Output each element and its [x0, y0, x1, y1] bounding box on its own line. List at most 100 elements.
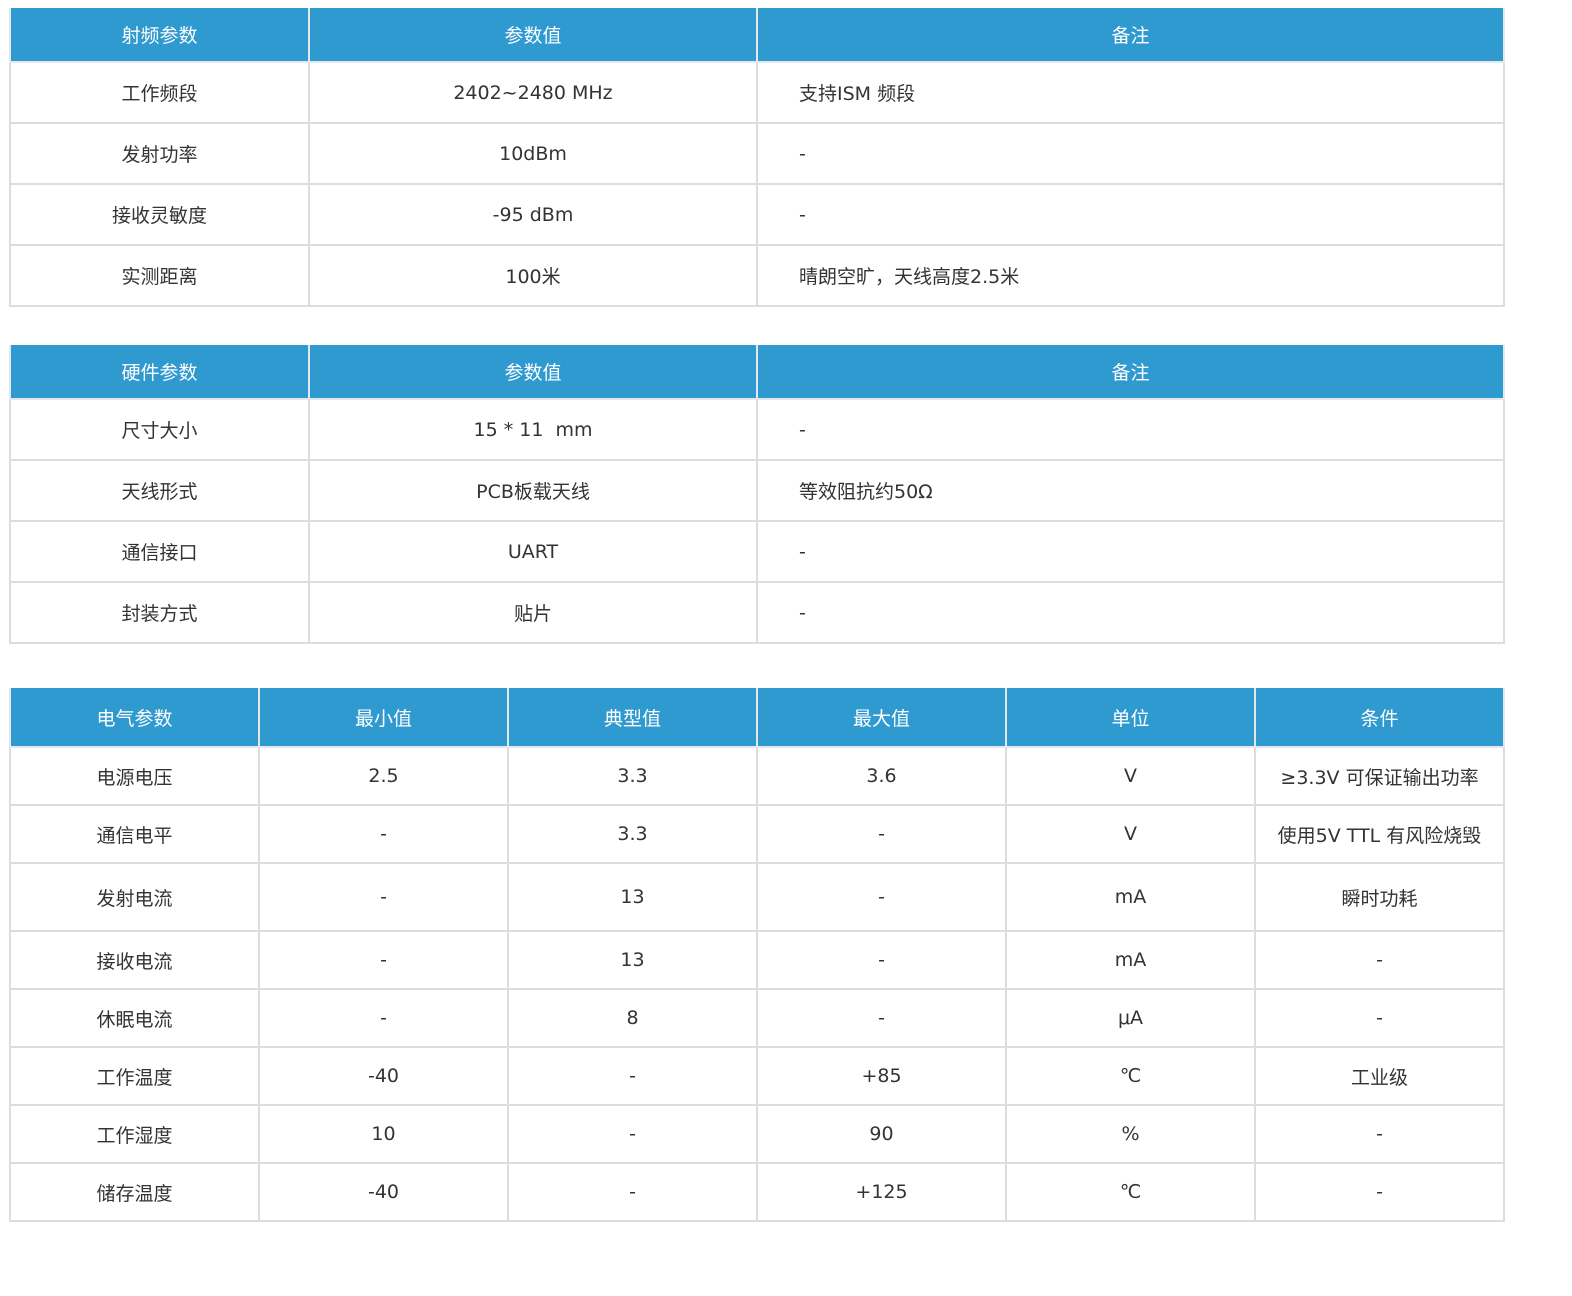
rf-parameters-table: 射频参数 参数值 备注 工作频段 2402~2480 MHz 支持ISM 频段 …	[9, 8, 1505, 307]
cell-parameter: 储存温度	[9, 1162, 260, 1222]
cell-max: -	[756, 862, 1007, 932]
cell-parameter: 通信电平	[9, 804, 260, 864]
header-max: 最大值	[756, 688, 1007, 748]
table-row: 实测距离 100米 晴朗空旷，天线高度2.5米	[9, 244, 1505, 307]
cell-parameter: 实测距离	[9, 244, 310, 307]
table-row: 储存温度 -40 - +125 ℃ -	[9, 1162, 1505, 1222]
header-remark: 备注	[756, 8, 1505, 63]
cell-max: 3.6	[756, 746, 1007, 806]
cell-parameter: 电源电压	[9, 746, 260, 806]
table-row: 天线形式 PCB板载天线 等效阻抗约50Ω	[9, 459, 1505, 522]
cell-remark: -	[756, 122, 1505, 185]
header-min: 最小值	[258, 688, 509, 748]
cell-unit: μA	[1005, 988, 1256, 1048]
cell-parameter: 尺寸大小	[9, 398, 310, 461]
cell-condition: 使用5V TTL 有风险烧毁	[1254, 804, 1505, 864]
cell-remark: 支持ISM 频段	[756, 61, 1505, 124]
cell-value: 10dBm	[308, 122, 758, 185]
cell-parameter: 工作湿度	[9, 1104, 260, 1164]
header-hardware-parameter: 硬件参数	[9, 345, 310, 400]
cell-max: +85	[756, 1046, 1007, 1106]
cell-parameter: 接收电流	[9, 930, 260, 990]
table-row: 工作温度 -40 - +85 ℃ 工业级	[9, 1046, 1505, 1106]
cell-remark: 晴朗空旷，天线高度2.5米	[756, 244, 1505, 307]
table-row: 通信电平 - 3.3 - V 使用5V TTL 有风险烧毁	[9, 804, 1505, 864]
cell-parameter: 工作温度	[9, 1046, 260, 1106]
table-header-row: 射频参数 参数值 备注	[9, 8, 1505, 63]
cell-parameter: 发射功率	[9, 122, 310, 185]
cell-condition: -	[1254, 930, 1505, 990]
cell-condition: -	[1254, 1162, 1505, 1222]
cell-condition: -	[1254, 988, 1505, 1048]
cell-parameter: 天线形式	[9, 459, 310, 522]
cell-unit: %	[1005, 1104, 1256, 1164]
cell-typical: -	[507, 1104, 758, 1164]
table-row: 工作湿度 10 - 90 % -	[9, 1104, 1505, 1164]
cell-min: 2.5	[258, 746, 509, 806]
cell-max: +125	[756, 1162, 1007, 1222]
table-row: 电源电压 2.5 3.3 3.6 V ≥3.3V 可保证输出功率	[9, 746, 1505, 806]
cell-min: 10	[258, 1104, 509, 1164]
cell-min: -	[258, 988, 509, 1048]
cell-unit: mA	[1005, 930, 1256, 990]
cell-unit: mA	[1005, 862, 1256, 932]
cell-typical: 13	[507, 862, 758, 932]
cell-parameter: 接收灵敏度	[9, 183, 310, 246]
table-header-row: 硬件参数 参数值 备注	[9, 345, 1505, 400]
cell-typical: 8	[507, 988, 758, 1048]
cell-unit: V	[1005, 746, 1256, 806]
header-condition: 条件	[1254, 688, 1505, 748]
table-row: 发射电流 - 13 - mA 瞬时功耗	[9, 862, 1505, 932]
cell-value: 15 * 11 mm	[308, 398, 758, 461]
table-header-row: 电气参数 最小值 典型值 最大值 单位 条件	[9, 688, 1505, 748]
table-row: 通信接口 UART -	[9, 520, 1505, 583]
hardware-parameters-table: 硬件参数 参数值 备注 尺寸大小 15 * 11 mm - 天线形式 PCB板载…	[9, 345, 1505, 644]
cell-min: -	[258, 862, 509, 932]
cell-value: 贴片	[308, 581, 758, 644]
cell-remark: -	[756, 520, 1505, 583]
cell-unit: V	[1005, 804, 1256, 864]
cell-condition: 工业级	[1254, 1046, 1505, 1106]
cell-value: -95 dBm	[308, 183, 758, 246]
cell-min: -40	[258, 1162, 509, 1222]
table-row: 接收电流 - 13 - mA -	[9, 930, 1505, 990]
cell-remark: 等效阻抗约50Ω	[756, 459, 1505, 522]
cell-value: UART	[308, 520, 758, 583]
cell-value: 100米	[308, 244, 758, 307]
header-value: 参数值	[308, 8, 758, 63]
cell-condition: ≥3.3V 可保证输出功率	[1254, 746, 1505, 806]
cell-min: -40	[258, 1046, 509, 1106]
cell-value: PCB板载天线	[308, 459, 758, 522]
table-row: 休眠电流 - 8 - μA -	[9, 988, 1505, 1048]
table-row: 发射功率 10dBm -	[9, 122, 1505, 185]
cell-typical: 3.3	[507, 746, 758, 806]
cell-parameter: 工作频段	[9, 61, 310, 124]
cell-max: -	[756, 988, 1007, 1048]
cell-remark: -	[756, 183, 1505, 246]
header-typical: 典型值	[507, 688, 758, 748]
cell-min: -	[258, 930, 509, 990]
cell-typical: -	[507, 1162, 758, 1222]
cell-unit: ℃	[1005, 1162, 1256, 1222]
cell-value: 2402~2480 MHz	[308, 61, 758, 124]
header-rf-parameter: 射频参数	[9, 8, 310, 63]
table-row: 接收灵敏度 -95 dBm -	[9, 183, 1505, 246]
cell-typical: 3.3	[507, 804, 758, 864]
electrical-parameters-table: 电气参数 最小值 典型值 最大值 单位 条件 电源电压 2.5 3.3 3.6 …	[9, 688, 1505, 1222]
cell-max: -	[756, 804, 1007, 864]
cell-min: -	[258, 804, 509, 864]
cell-condition: 瞬时功耗	[1254, 862, 1505, 932]
table-row: 工作频段 2402~2480 MHz 支持ISM 频段	[9, 61, 1505, 124]
cell-condition: -	[1254, 1104, 1505, 1164]
cell-parameter: 通信接口	[9, 520, 310, 583]
header-value: 参数值	[308, 345, 758, 400]
cell-max: -	[756, 930, 1007, 990]
cell-remark: -	[756, 398, 1505, 461]
header-remark: 备注	[756, 345, 1505, 400]
cell-parameter: 发射电流	[9, 862, 260, 932]
table-row: 尺寸大小 15 * 11 mm -	[9, 398, 1505, 461]
cell-unit: ℃	[1005, 1046, 1256, 1106]
cell-typical: -	[507, 1046, 758, 1106]
cell-max: 90	[756, 1104, 1007, 1164]
table-row: 封装方式 贴片 -	[9, 581, 1505, 644]
